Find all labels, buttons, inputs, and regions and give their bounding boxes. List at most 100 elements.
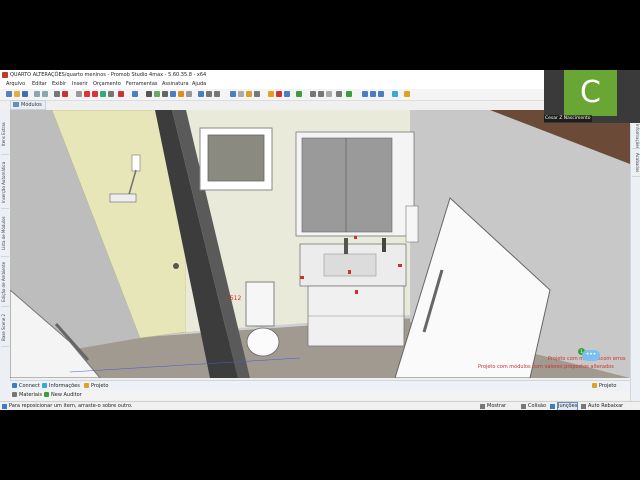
bottom-tab-bar: Connect Informações Projeto Projeto [10,380,630,391]
menu-assinatura[interactable]: Assinatura [162,80,189,89]
menu-exibir[interactable]: Exibir [52,80,66,89]
window-title: QUARTO ALTERAÇÕES/quarto meninos - Promo… [10,72,207,78]
left-tab-base-scene[interactable]: Base Scene 2 [1,308,9,347]
zoom-icon[interactable] [370,91,376,97]
auditor-icon [44,392,49,397]
cut-icon[interactable] [54,91,60,97]
tab-new-auditor-label: New Auditor [51,392,82,398]
tab-projeto-right[interactable]: Projeto [592,381,616,391]
status-auto-rebaixar[interactable]: Auto Rebaixar [588,402,623,410]
export-icon[interactable] [404,91,410,97]
close-item-icon[interactable] [118,91,124,97]
junctions-icon [550,404,555,409]
video-call-tile[interactable]: C Cesar Z Nascimento [544,70,640,123]
redo-icon[interactable] [42,91,48,97]
project-right-icon [592,383,597,388]
select-icon[interactable] [76,91,82,97]
chat-bubble-icon[interactable]: ••• [582,350,600,361]
left-tab-insercao-automatica[interactable]: Inserção Automática [1,156,9,209]
light-icon[interactable] [162,91,168,97]
rotate-icon[interactable] [92,91,98,97]
secondary-tab-bar: Materiais New Auditor [10,391,630,400]
report-icon[interactable] [318,91,324,97]
title-bar: QUARTO ALTERAÇÕES/quarto meninos - Promo… [0,70,544,80]
modules-tab[interactable]: Módulos [10,100,46,110]
tab-connect[interactable]: Connect [12,381,40,391]
align-icon[interactable] [100,91,106,97]
3d-viewport[interactable]: 2512 Projeto com móduloscom erros Projet… [10,110,630,378]
status-bar: Para reposicionar um item, arraste-o sob… [0,401,640,410]
right-tab-acabados[interactable]: Acabados [632,150,640,177]
modules-tab-label: Módulos [21,102,42,108]
budget-icon[interactable] [326,91,332,97]
tab-projeto-label: Projeto [91,383,109,389]
status-mostrar[interactable]: Mostrar [487,402,506,410]
pan-icon[interactable] [378,91,384,97]
menu-inserir[interactable]: Inserir [72,80,88,89]
delete-icon[interactable] [62,91,68,97]
view-icon[interactable] [132,91,138,97]
hint-icon [2,404,7,409]
section-icon[interactable] [170,91,176,97]
menu-editar[interactable]: Editar [32,80,47,89]
tab-new-auditor[interactable]: New Auditor [44,391,82,400]
tag-icon[interactable] [336,91,342,97]
door-icon[interactable] [206,91,212,97]
new-icon[interactable] [6,91,12,97]
toilet-bowl [246,327,280,357]
cursor-icon[interactable] [362,91,368,97]
undo-icon[interactable] [34,91,40,97]
left-tab-itens-extras[interactable]: Itens Extras [1,114,9,155]
warning-altered-values: Projeto com módulos com valores proposto… [478,364,614,370]
wall-icon[interactable] [198,91,204,97]
menu-orcamento[interactable]: Orçamento [93,80,121,89]
left-tab-edicao-de-ambiente[interactable]: Edição de Ambiente [1,258,9,307]
grid-icon[interactable] [186,91,192,97]
menu-bar: Arquivo Editar Exibir Inserir Orçamento … [0,80,544,89]
menu-ajuda[interactable]: Ajuda [192,80,206,89]
toilet-tank [245,281,275,327]
toolbar [0,89,544,101]
shower-head [131,154,141,172]
ok-icon[interactable] [346,91,352,97]
status-colisao[interactable]: Colisão [528,402,546,410]
collision-icon [521,404,526,409]
right-side-panel: Informações Acabados [630,124,640,410]
globe-icon[interactable] [230,91,236,97]
render-icon[interactable] [154,91,160,97]
camera-icon[interactable] [146,91,152,97]
status-juncoes[interactable]: Junções [557,402,579,410]
tab-connect-label: Connect [19,383,40,389]
tab-informacoes[interactable]: Informações [42,381,80,391]
folder-icon[interactable] [246,91,252,97]
save-icon[interactable] [22,91,28,97]
paint-icon[interactable] [268,91,274,97]
window-icon[interactable] [214,91,220,97]
left-tab-lista-de-modulos[interactable]: Lista de Módulos [1,210,9,257]
auto-lower-icon [581,404,586,409]
app-logo-icon [2,72,8,78]
right-tab-informacoes[interactable]: Informações [632,124,640,149]
chat-icon[interactable] [392,91,398,97]
project-icon [84,383,89,388]
move-icon[interactable] [84,91,90,97]
catalog-icon[interactable] [284,91,290,97]
towel [405,205,419,243]
bathroom-scene[interactable]: 2512 [10,110,630,378]
menu-ferramentas[interactable]: Ferramentas [126,80,158,89]
measure-icon[interactable] [178,91,184,97]
participant-name: Cesar Z Nascimento [544,115,592,122]
texture-icon[interactable] [238,91,244,97]
check-icon[interactable] [296,91,302,97]
tab-materiais-label: Materiais [19,392,42,398]
color-icon[interactable] [276,91,282,97]
open-icon[interactable] [14,91,20,97]
participant-avatar: C [564,70,617,116]
list-icon[interactable] [310,91,316,97]
menu-arquivo[interactable]: Arquivo [6,80,25,89]
mirror-icon[interactable] [108,91,114,97]
print-icon[interactable] [254,91,260,97]
tab-informacoes-label: Informações [49,383,80,389]
tab-projeto[interactable]: Projeto [84,381,108,391]
tab-materiais[interactable]: Materiais [12,391,42,400]
